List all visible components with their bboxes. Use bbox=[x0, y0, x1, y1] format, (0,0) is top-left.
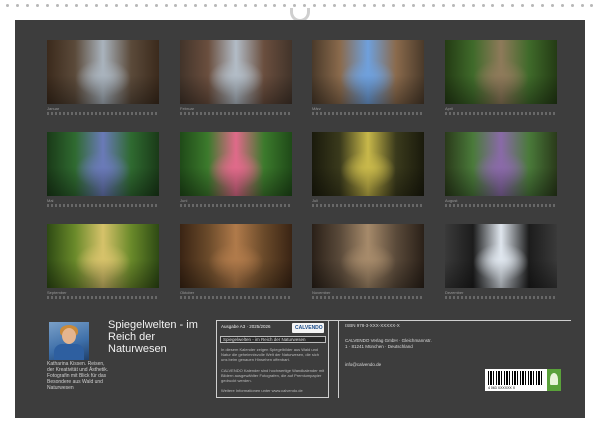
calendar-days-row bbox=[47, 296, 159, 299]
calendar-days-row bbox=[180, 296, 292, 299]
info-divider bbox=[329, 320, 571, 321]
photo-caption: Februar bbox=[180, 106, 195, 111]
info-subtitle: Spiegelwelten - im Reich der Naturwesen bbox=[220, 336, 326, 343]
photo-caption: April bbox=[445, 106, 454, 111]
author-portrait bbox=[49, 322, 89, 360]
photo-march bbox=[312, 40, 424, 104]
photo-december bbox=[445, 224, 557, 288]
photo-november bbox=[312, 224, 424, 288]
spiral-binding bbox=[0, 0, 600, 22]
photo-caption: November bbox=[312, 290, 331, 295]
photo-january bbox=[47, 40, 159, 104]
calendar-days-row bbox=[47, 112, 159, 115]
photo-caption: August bbox=[445, 198, 458, 203]
photo-june bbox=[180, 132, 292, 196]
photo-caption: Juni bbox=[180, 198, 188, 203]
photo-caption: Mai bbox=[47, 198, 54, 203]
calendar-title: Spiegelwelten - im Reich der Naturwesen bbox=[108, 319, 198, 355]
calendar-days-row bbox=[47, 204, 159, 207]
author-bio: Katharina Kissen. Reisen, der Kreativitä… bbox=[47, 361, 109, 391]
product-info-box: Ausgabe A3 · 2025/2026 CALVENDO Spiegelw… bbox=[216, 320, 329, 398]
calendar-days-row bbox=[180, 204, 292, 207]
photo-september bbox=[47, 224, 159, 288]
info-website: Weitere Informationen unter www.calvendo… bbox=[221, 388, 303, 393]
photo-caption: September bbox=[47, 290, 67, 295]
publisher-logo: CALVENDO bbox=[292, 323, 324, 333]
photo-april bbox=[445, 40, 557, 104]
calendar-days-row bbox=[445, 112, 557, 115]
photo-caption: Dezember bbox=[445, 290, 464, 295]
photo-july bbox=[312, 132, 424, 196]
photo-caption: Juli bbox=[312, 198, 319, 203]
photo-august bbox=[445, 132, 557, 196]
fsc-logo-icon bbox=[547, 369, 561, 391]
calendar-days-row bbox=[445, 296, 557, 299]
calendar-days-row bbox=[180, 112, 292, 115]
calendar-days-row bbox=[312, 204, 424, 207]
photo-february bbox=[180, 40, 292, 104]
publisher-description: CALVENDO Kalender sind hochwertige Wandk… bbox=[221, 368, 325, 383]
calendar-back-cover: Januar Februar März April Mai Juni Juli August S… bbox=[15, 20, 585, 418]
publisher-email: info@calvendo.de bbox=[345, 362, 382, 367]
photo-october bbox=[180, 224, 292, 288]
info-description: In diesem Kalender zeigen Spiegelbilder … bbox=[221, 347, 319, 362]
photo-caption: Oktober bbox=[180, 290, 195, 295]
isbn-label: ISBN 978-3-XXX-XXXXX-X bbox=[345, 323, 400, 328]
info-column-divider bbox=[338, 320, 339, 398]
calendar-days-row bbox=[312, 112, 424, 115]
calendar-days-row bbox=[312, 296, 424, 299]
publisher-address: CALVENDO Verlag GmbH · Gleichmannstr. 1 … bbox=[345, 338, 432, 349]
barcode: 4 063 XXXXXX X bbox=[485, 369, 547, 391]
calendar-days-row bbox=[445, 204, 557, 207]
photo-caption: März bbox=[312, 106, 321, 111]
photo-caption: Januar bbox=[47, 106, 60, 111]
edition-label: Ausgabe A3 · 2025/2026 bbox=[221, 324, 271, 329]
photo-may bbox=[47, 132, 159, 196]
